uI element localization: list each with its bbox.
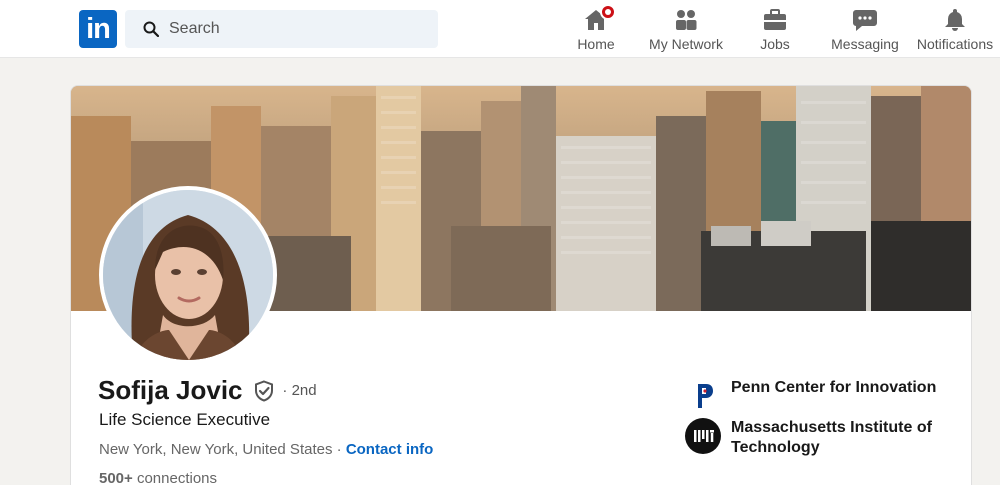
nav-jobs-label: Jobs	[760, 36, 790, 52]
contact-info-link[interactable]: Contact info	[346, 441, 434, 458]
org-name: Massachusetts Institute of Technology	[731, 419, 932, 456]
org-mit[interactable]: Massachusetts Institute of Technology	[685, 418, 965, 462]
nav-home[interactable]: Home	[566, 4, 626, 54]
org-penn-center[interactable]: Penn Center for Innovation	[685, 378, 965, 408]
notification-badge	[600, 4, 616, 20]
search-icon	[143, 21, 159, 37]
people-icon	[676, 10, 697, 30]
linkedin-logo-icon[interactable]: in	[79, 10, 117, 48]
connections-number: 500+	[99, 470, 133, 485]
nav-messaging[interactable]: Messaging	[826, 4, 904, 54]
connections-count[interactable]: 500+ connections	[99, 470, 217, 485]
connection-degree: · 2nd	[282, 382, 317, 399]
org-name: Penn Center for Innovation	[731, 379, 937, 396]
chat-icon	[853, 10, 877, 31]
nav-notifications-label: Notifications	[916, 36, 994, 52]
location-separator: ·	[332, 441, 346, 458]
top-nav-bar: in Home My Network Jobs	[0, 0, 1000, 58]
profile-card: Sofija Jovic · 2nd Life Science Executiv…	[70, 85, 972, 485]
nav-my-network[interactable]: My Network	[642, 4, 730, 54]
search-input[interactable]	[169, 10, 429, 48]
profile-headline: Life Science Executive	[99, 410, 271, 429]
profile-name: Sofija Jovic	[98, 375, 243, 405]
nav-messaging-label: Messaging	[831, 36, 899, 52]
mit-logo-icon	[685, 418, 721, 454]
profile-location: New York, New York, United States	[99, 441, 333, 458]
name-row: Sofija Jovic · 2nd	[98, 375, 317, 409]
briefcase-icon	[764, 9, 786, 30]
nav-home-label: Home	[577, 36, 615, 52]
verified-shield-icon[interactable]	[253, 379, 275, 402]
search-box[interactable]	[125, 10, 438, 48]
nav-jobs[interactable]: Jobs	[745, 4, 805, 54]
connections-label: connections	[132, 470, 218, 485]
nav-my-network-label: My Network	[649, 36, 723, 52]
location-row: New York, New York, United States · Cont…	[99, 441, 433, 458]
nav-notifications[interactable]: Notifications	[912, 4, 998, 54]
penn-logo-icon	[698, 384, 713, 408]
profile-photo[interactable]	[99, 186, 277, 364]
bell-icon	[945, 9, 965, 31]
